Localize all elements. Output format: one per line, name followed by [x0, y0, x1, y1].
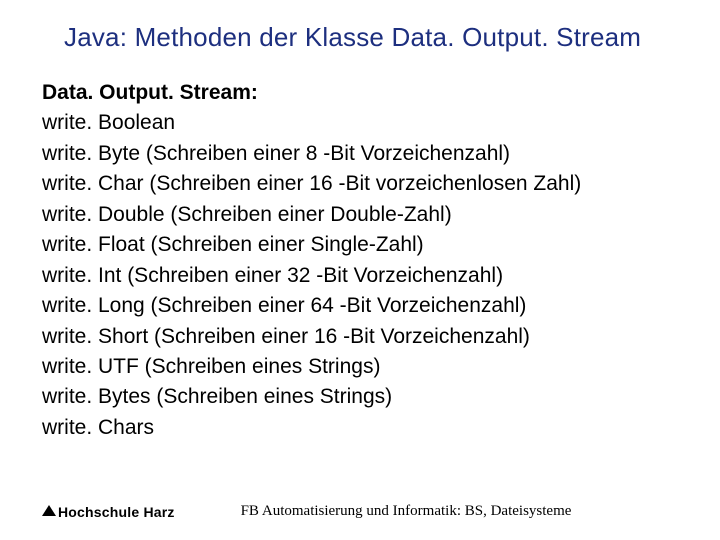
method-line: write. Int (Schreiben einer 32 -Bit Vorz… — [42, 261, 680, 291]
method-line: write. Short (Schreiben einer 16 -Bit Vo… — [42, 322, 680, 352]
method-line: write. Float (Schreiben einer Single-Zah… — [42, 230, 680, 260]
method-line: write. UTF (Schreiben eines Strings) — [42, 352, 680, 382]
method-line: write. Byte (Schreiben einer 8 -Bit Vorz… — [42, 139, 680, 169]
slide: Java: Methoden der Klasse Data. Output. … — [0, 0, 720, 540]
logo-text: Hochschule Harz — [58, 504, 175, 520]
method-line: write. Char (Schreiben einer 16 -Bit vor… — [42, 169, 680, 199]
method-line: write. Long (Schreiben einer 64 -Bit Vor… — [42, 291, 680, 321]
slide-title: Java: Methoden der Klasse Data. Output. … — [64, 22, 680, 53]
triangle-icon — [42, 505, 56, 516]
slide-body: Data. Output. Stream: write. Boolean wri… — [42, 78, 680, 443]
footer-text: FB Automatisierung und Informatik: BS, D… — [241, 503, 572, 520]
hochschule-harz-logo: Hochschule Harz — [42, 504, 175, 520]
slide-footer: Hochschule Harz FB Automatisierung und I… — [42, 503, 680, 520]
method-line: write. Boolean — [42, 108, 680, 138]
method-line: write. Chars — [42, 413, 680, 443]
method-line: write. Double (Schreiben einer Double-Za… — [42, 200, 680, 230]
class-heading: Data. Output. Stream: — [42, 78, 680, 108]
method-line: write. Bytes (Schreiben eines Strings) — [42, 382, 680, 412]
